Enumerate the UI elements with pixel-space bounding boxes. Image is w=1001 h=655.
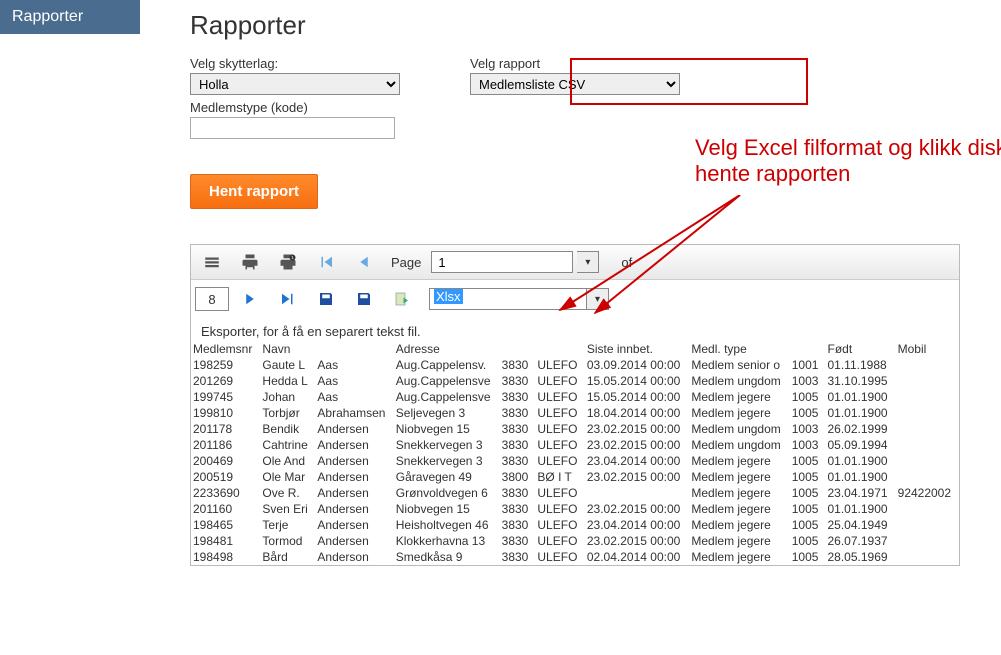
hent-rapport-button[interactable]: Hent rapport xyxy=(190,174,318,209)
table-row: 198481TormodAndersenKlokkerhavna 133830U… xyxy=(191,533,959,549)
skytterlag-label: Velg skytterlag: xyxy=(190,56,400,71)
table-row: 198259Gaute LAasAug.Cappelensv.3830ULEFO… xyxy=(191,357,959,373)
table-row: 200469Ole AndAndersenSnekkervegen 33830U… xyxy=(191,453,959,469)
export-icon[interactable] xyxy=(385,286,419,312)
column-header: Medl. type xyxy=(689,341,789,357)
print-icon[interactable] xyxy=(233,249,267,275)
table-row: 198498BårdAndersonSmedkåsa 93830ULEFO02.… xyxy=(191,549,959,565)
column-header: Mobil xyxy=(896,341,959,357)
table-row: 201160Sven EriAndersenNiobvegen 153830UL… xyxy=(191,501,959,517)
of-label: of xyxy=(621,255,632,270)
table-row: 198465TerjeAndersenHeisholtvegen 463830U… xyxy=(191,517,959,533)
skytterlag-select[interactable]: Holla xyxy=(190,73,400,95)
annotation-text: Velg Excel filformat og klikk diskettenf… xyxy=(695,135,1001,188)
total-pages: 8 xyxy=(195,287,229,311)
column-header: Født xyxy=(826,341,896,357)
rapport-select[interactable]: Medlemsliste CSV xyxy=(470,73,680,95)
column-header: Navn xyxy=(260,341,315,357)
table-row: 199810TorbjørAbrahamsenSeljevegen 33830U… xyxy=(191,405,959,421)
column-header xyxy=(535,341,584,357)
export-format-input[interactable]: Xlsx xyxy=(429,288,587,310)
table-row: 201178BendikAndersenNiobvegen 153830ULEF… xyxy=(191,421,959,437)
column-header: Siste innbet. xyxy=(585,341,690,357)
print-selected-icon[interactable]: 1 xyxy=(271,249,305,275)
column-header: Medlemsnr xyxy=(191,341,260,357)
column-header xyxy=(500,341,536,357)
export-hint: Eksporter, for å få en separert tekst fi… xyxy=(191,318,959,341)
next-page-icon[interactable] xyxy=(233,286,267,312)
last-page-icon[interactable] xyxy=(271,286,305,312)
print-layout-icon[interactable] xyxy=(195,249,229,275)
save-icon[interactable] xyxy=(309,286,343,312)
table-row: 2233690Ove R.AndersenGrønvoldvegen 63830… xyxy=(191,485,959,501)
table-row: 201269Hedda LAasAug.Cappelensve3830ULEFO… xyxy=(191,373,959,389)
sidebar-title: Rapporter xyxy=(0,0,140,34)
save-icon-2[interactable] xyxy=(347,286,381,312)
column-header: Adresse xyxy=(394,341,500,357)
page-number-input[interactable] xyxy=(431,251,573,273)
first-page-icon[interactable] xyxy=(309,249,343,275)
export-format-dropdown-button[interactable]: ▾ xyxy=(587,288,609,310)
medlemstype-label: Medlemstype (kode) xyxy=(190,100,1001,115)
report-table: MedlemsnrNavn Adresse Siste innbet.Medl. t… xyxy=(191,341,959,565)
rapport-label: Velg rapport xyxy=(470,56,680,71)
column-header xyxy=(790,341,826,357)
page-label: Page xyxy=(391,255,421,270)
table-row: 201186CahtrineAndersenSnekkervegen 33830… xyxy=(191,437,959,453)
medlemstype-input[interactable] xyxy=(190,117,395,139)
page-title: Rapporter xyxy=(190,10,1001,41)
table-row: 200519Ole MarAndersenGåravegen 493800BØ … xyxy=(191,469,959,485)
prev-page-icon[interactable] xyxy=(347,249,381,275)
table-row: 199745JohanAasAug.Cappelensve3830ULEFO15… xyxy=(191,389,959,405)
page-dropdown-button[interactable]: ▾ xyxy=(577,251,599,273)
column-header xyxy=(315,341,393,357)
